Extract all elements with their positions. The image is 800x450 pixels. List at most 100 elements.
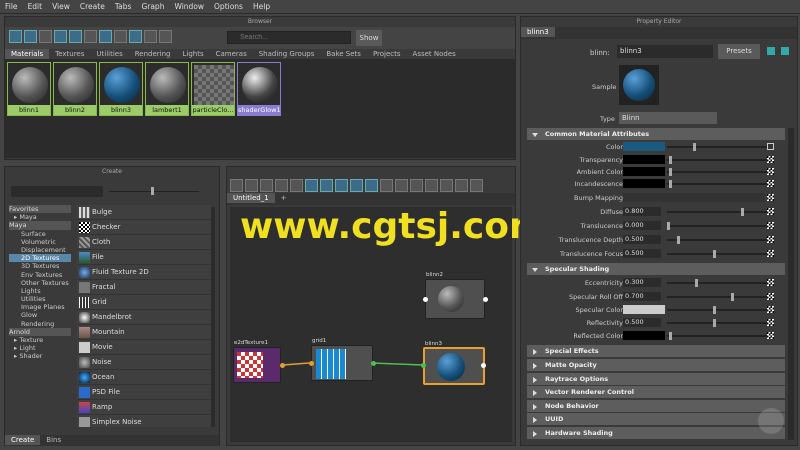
slider-knob[interactable] (713, 306, 716, 314)
attr-value[interactable]: 0.500 (623, 235, 661, 244)
map-button[interactable] (767, 293, 774, 300)
map-button[interactable] (767, 222, 774, 229)
map-button[interactable] (767, 180, 774, 187)
slider-knob[interactable] (151, 187, 154, 195)
attr-value[interactable]: 0.000 (623, 221, 661, 230)
tab-create[interactable]: Create (5, 435, 41, 445)
toolbar-icon-10[interactable] (144, 30, 157, 43)
attr-slider[interactable] (667, 225, 767, 227)
menu-file[interactable]: File (0, 0, 23, 13)
list-item-movie[interactable]: Movie (77, 340, 211, 355)
node-grid1[interactable]: grid1 (309, 338, 376, 381)
show-button[interactable]: Show (356, 30, 382, 46)
attr-slider[interactable] (667, 282, 767, 284)
prop-scrollbar[interactable] (788, 128, 794, 440)
toolbar-icon-3[interactable] (39, 30, 52, 43)
menu-options[interactable]: Options (209, 0, 248, 13)
list-item-simplex-noise[interactable]: Simplex Noise (77, 415, 211, 427)
list-item-ocean[interactable]: Ocean (77, 370, 211, 385)
tree-displacement[interactable]: Displacement (9, 246, 71, 254)
tab-shading-groups[interactable]: Shading Groups (253, 49, 321, 59)
map-button[interactable] (767, 208, 774, 215)
list-item-psd-file[interactable]: PSD File (77, 385, 211, 400)
slider-knob[interactable] (713, 319, 716, 327)
section-specular-shading[interactable]: Specular Shading (527, 263, 785, 275)
map-button[interactable] (767, 143, 774, 150)
list-item-checker[interactable]: Checker (77, 220, 211, 235)
tree-maya-fav[interactable]: ▸ Maya (9, 213, 71, 221)
swatch-blinn1[interactable]: blinn1 (7, 62, 51, 116)
tab-rendering[interactable]: Rendering (129, 49, 177, 59)
section-common-material-attributes[interactable]: Common Material Attributes (527, 128, 785, 140)
section-raytrace-options[interactable]: Raytrace Options (527, 373, 785, 385)
attr-slider[interactable] (667, 171, 767, 173)
color-swatch[interactable] (623, 305, 665, 314)
tab-blinn3[interactable]: blinn3 (521, 27, 555, 37)
swatch-blinn2[interactable]: blinn2 (53, 62, 97, 116)
menu-help[interactable]: Help (248, 0, 275, 13)
tree-2d-textures[interactable]: 2D Textures (9, 254, 71, 263)
map-button[interactable] (767, 319, 774, 326)
attr-slider[interactable] (667, 146, 767, 148)
list-item-cloth[interactable]: Cloth (77, 235, 211, 250)
toolbar-icon-4[interactable] (54, 30, 67, 43)
slider-knob[interactable] (669, 156, 672, 164)
attr-slider[interactable] (667, 322, 767, 324)
attr-slider[interactable] (667, 309, 767, 311)
tab-materials[interactable]: Materials (5, 49, 50, 59)
list-item-noise[interactable]: Noise (77, 355, 211, 370)
attr-slider[interactable] (667, 159, 767, 161)
node-blinn2[interactable]: blinn2 (423, 272, 488, 319)
attr-slider[interactable] (667, 335, 767, 337)
swatch-particlecloud[interactable]: particleClo... (191, 62, 235, 116)
tree-other-textures[interactable]: Other Textures (9, 279, 71, 287)
color-swatch[interactable] (623, 155, 665, 164)
list-scrollbar[interactable] (211, 207, 215, 427)
attr-slider[interactable] (667, 296, 767, 298)
color-swatch[interactable] (623, 179, 665, 188)
tree-3d-textures[interactable]: 3D Textures (9, 262, 71, 270)
attr-value[interactable]: 0.800 (623, 207, 661, 216)
tab-textures[interactable]: Textures (49, 49, 90, 59)
attr-value[interactable]: 0.500 (623, 318, 661, 327)
list-item-file[interactable]: File (77, 250, 211, 265)
section-hardware-shading[interactable]: Hardware Shading (527, 427, 785, 439)
map-button[interactable] (767, 236, 774, 243)
map-button[interactable] (767, 306, 774, 313)
menu-tabs[interactable]: Tabs (110, 0, 137, 13)
menu-window[interactable]: Window (169, 0, 209, 13)
toolbar-icon-6[interactable] (84, 30, 97, 43)
map-button[interactable] (767, 250, 774, 257)
input-port[interactable] (421, 363, 426, 368)
slider-knob[interactable] (669, 168, 672, 176)
menu-edit[interactable]: Edit (23, 0, 48, 13)
attr-value[interactable]: 0.300 (623, 278, 661, 287)
slider-knob[interactable] (731, 293, 734, 301)
presets-button[interactable]: Presets (718, 44, 760, 59)
create-search-input[interactable] (11, 186, 103, 197)
color-swatch[interactable] (623, 331, 665, 340)
map-button[interactable] (767, 279, 774, 286)
slider-knob[interactable] (669, 180, 672, 188)
toolbar-icon-7[interactable] (99, 30, 112, 43)
attr-slider[interactable] (667, 211, 767, 213)
list-item-mandelbrot[interactable]: Mandelbrot (77, 310, 211, 325)
browser-search-input[interactable] (227, 31, 351, 44)
section-node-behavior[interactable]: Node Behavior (527, 400, 785, 412)
slider-knob[interactable] (669, 332, 672, 340)
input-port[interactable] (309, 361, 314, 366)
menu-view[interactable]: View (47, 0, 75, 13)
tab-asset-nodes[interactable]: Asset Nodes (407, 49, 462, 59)
tab-projects[interactable]: Projects (367, 49, 407, 59)
tree-maya[interactable]: Maya (9, 221, 71, 230)
node-name-field[interactable]: blinn3 (617, 45, 713, 58)
tree-light[interactable]: ▸ Light (9, 344, 71, 352)
swatch-blinn3[interactable]: blinn3 (99, 62, 143, 116)
slider-knob[interactable] (695, 279, 698, 287)
map-button[interactable] (767, 332, 774, 339)
tree-lights[interactable]: Lights (9, 287, 71, 295)
node-e2dtexture1[interactable]: e2dTexture1 (233, 340, 285, 383)
tree-texture[interactable]: ▸ Texture (9, 336, 71, 344)
toolbar-icon-1[interactable] (9, 30, 22, 43)
section-matte-opacity[interactable]: Matte Opacity (527, 359, 785, 371)
